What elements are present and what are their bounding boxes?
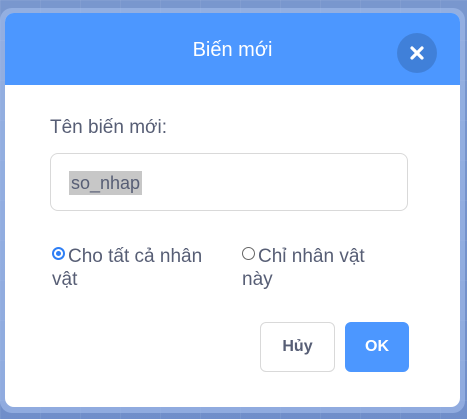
ok-button[interactable]: OK (345, 322, 409, 372)
radio-checked-icon (52, 247, 65, 260)
radio-unchecked-icon (242, 247, 255, 260)
dialog-title: Biến mới (192, 39, 273, 61)
close-icon (410, 46, 424, 60)
radio-this-sprite-only-label: Chỉ nhân vật này (242, 246, 365, 290)
variable-name-value: so_nhap (69, 171, 143, 195)
radio-this-sprite-only[interactable]: Chỉ nhân vật này (242, 245, 392, 291)
radio-for-all-sprites-label: Cho tất cả nhân vật (52, 246, 203, 290)
cancel-button[interactable]: Hủy (260, 322, 335, 372)
variable-name-label: Tên biến mới: (50, 117, 168, 138)
cancel-button-label: Hủy (282, 338, 313, 355)
close-button[interactable] (397, 33, 437, 73)
dialog-header: Biến mới (5, 13, 460, 85)
new-variable-dialog: Biến mới Tên biến mới: so_nhap Cho tất c… (5, 13, 460, 407)
radio-for-all-sprites[interactable]: Cho tất cả nhân vật (52, 245, 227, 291)
ok-button-label: OK (365, 338, 389, 355)
variable-name-input[interactable]: so_nhap (50, 153, 408, 211)
